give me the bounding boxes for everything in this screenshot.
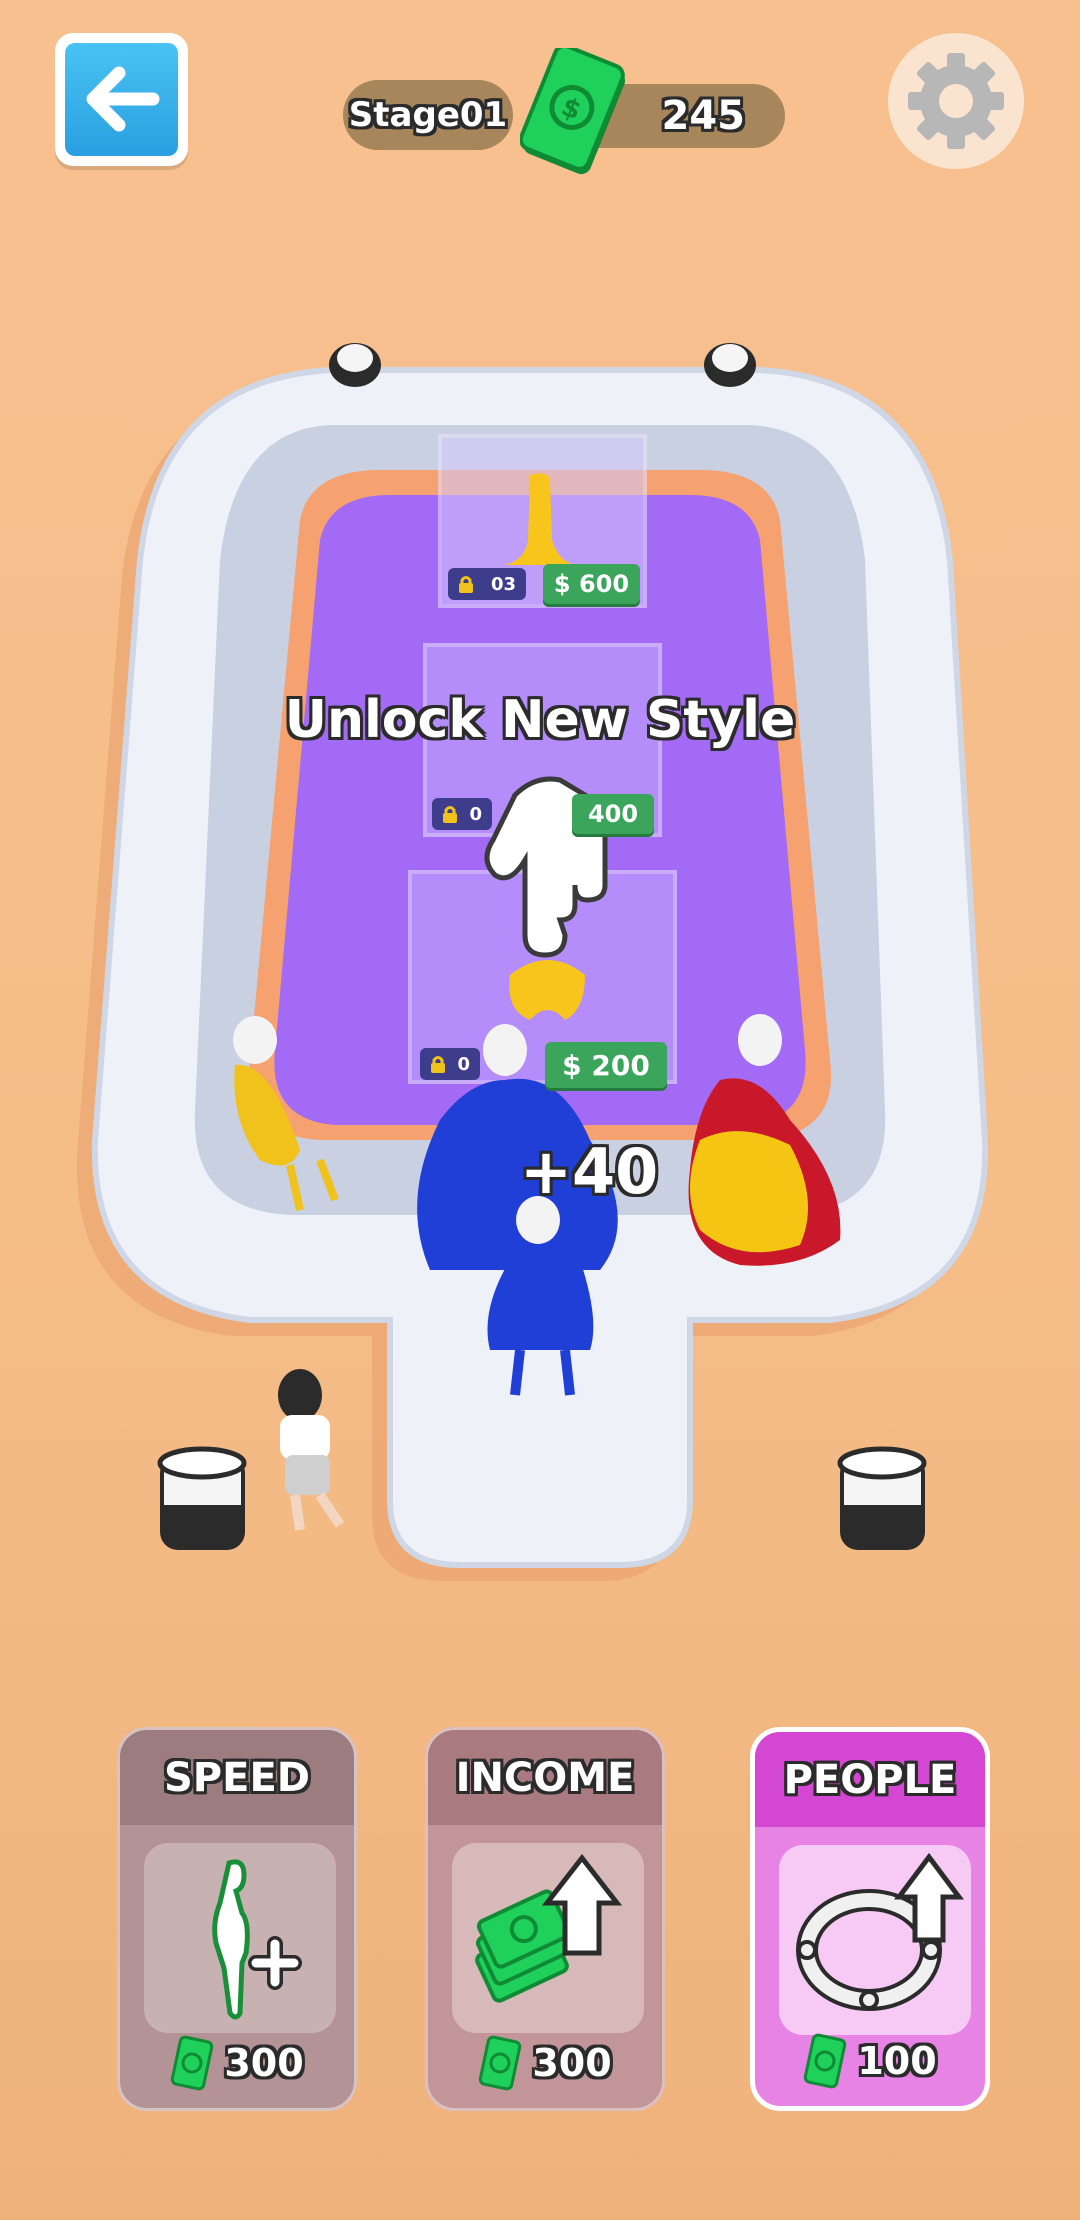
people-upgrade-price: 100: [857, 2039, 937, 2083]
unlock-hint-text: Unlock New Style: [284, 690, 796, 750]
lock-icon: [443, 806, 457, 823]
cash-icon: [804, 2033, 847, 2089]
lock-level-tag-2: 0: [432, 798, 492, 830]
speed-upgrade-panel: [144, 1843, 336, 2033]
lock-level-text: 0: [457, 1053, 470, 1075]
speed-upgrade-card[interactable]: SPEED 300: [117, 1727, 357, 2111]
lock-level-text: 03: [490, 573, 516, 595]
people-upgrade-cost: 100: [755, 2030, 985, 2092]
lock-icon: [431, 1056, 445, 1073]
speed-upgrade-price: 300: [224, 2041, 304, 2085]
runner-plus-icon: [212, 1859, 302, 2020]
people-upgrade-panel: [779, 1845, 971, 2035]
speed-upgrade-title: SPEED: [120, 1730, 354, 1825]
people-upgrade-card[interactable]: PEOPLE 100: [750, 1727, 990, 2111]
dress-price-tag-2[interactable]: 400: [572, 794, 654, 834]
income-upgrade-card[interactable]: INCOME 300: [425, 1727, 665, 2111]
people-upgrade-title: PEOPLE: [755, 1732, 985, 1827]
income-popup-text: +40: [520, 1135, 659, 1208]
settings-button[interactable]: [888, 33, 1024, 169]
stage-label: Stage01: [343, 80, 513, 150]
income-upgrade-cost: 300: [428, 2032, 662, 2094]
dress-price-tag-3[interactable]: $ 200: [545, 1042, 667, 1088]
income-upgrade-title: INCOME: [428, 1730, 662, 1825]
lock-level-text: 0: [469, 803, 482, 825]
cash-up-arrow-icon: [475, 1853, 623, 2003]
speed-upgrade-cost: 300: [120, 2032, 354, 2094]
income-upgrade-price: 300: [532, 2041, 612, 2085]
cash-icon: [479, 2035, 522, 2091]
cash-icon: $: [520, 48, 626, 175]
income-upgrade-panel: [452, 1843, 644, 2033]
lock-icon: [459, 576, 473, 593]
cash-icon: [171, 2035, 214, 2091]
runway-arena: [76, 343, 989, 1581]
back-button[interactable]: [55, 33, 188, 166]
ring-up-arrow-icon: [796, 1852, 964, 2011]
dress-price-tag-1[interactable]: $ 600: [543, 564, 640, 604]
gear-icon: [908, 53, 1004, 149]
arrow-left-icon: [86, 66, 160, 132]
lock-level-tag-3: 0: [420, 1048, 480, 1080]
lock-level-tag-1: 03: [448, 568, 526, 600]
